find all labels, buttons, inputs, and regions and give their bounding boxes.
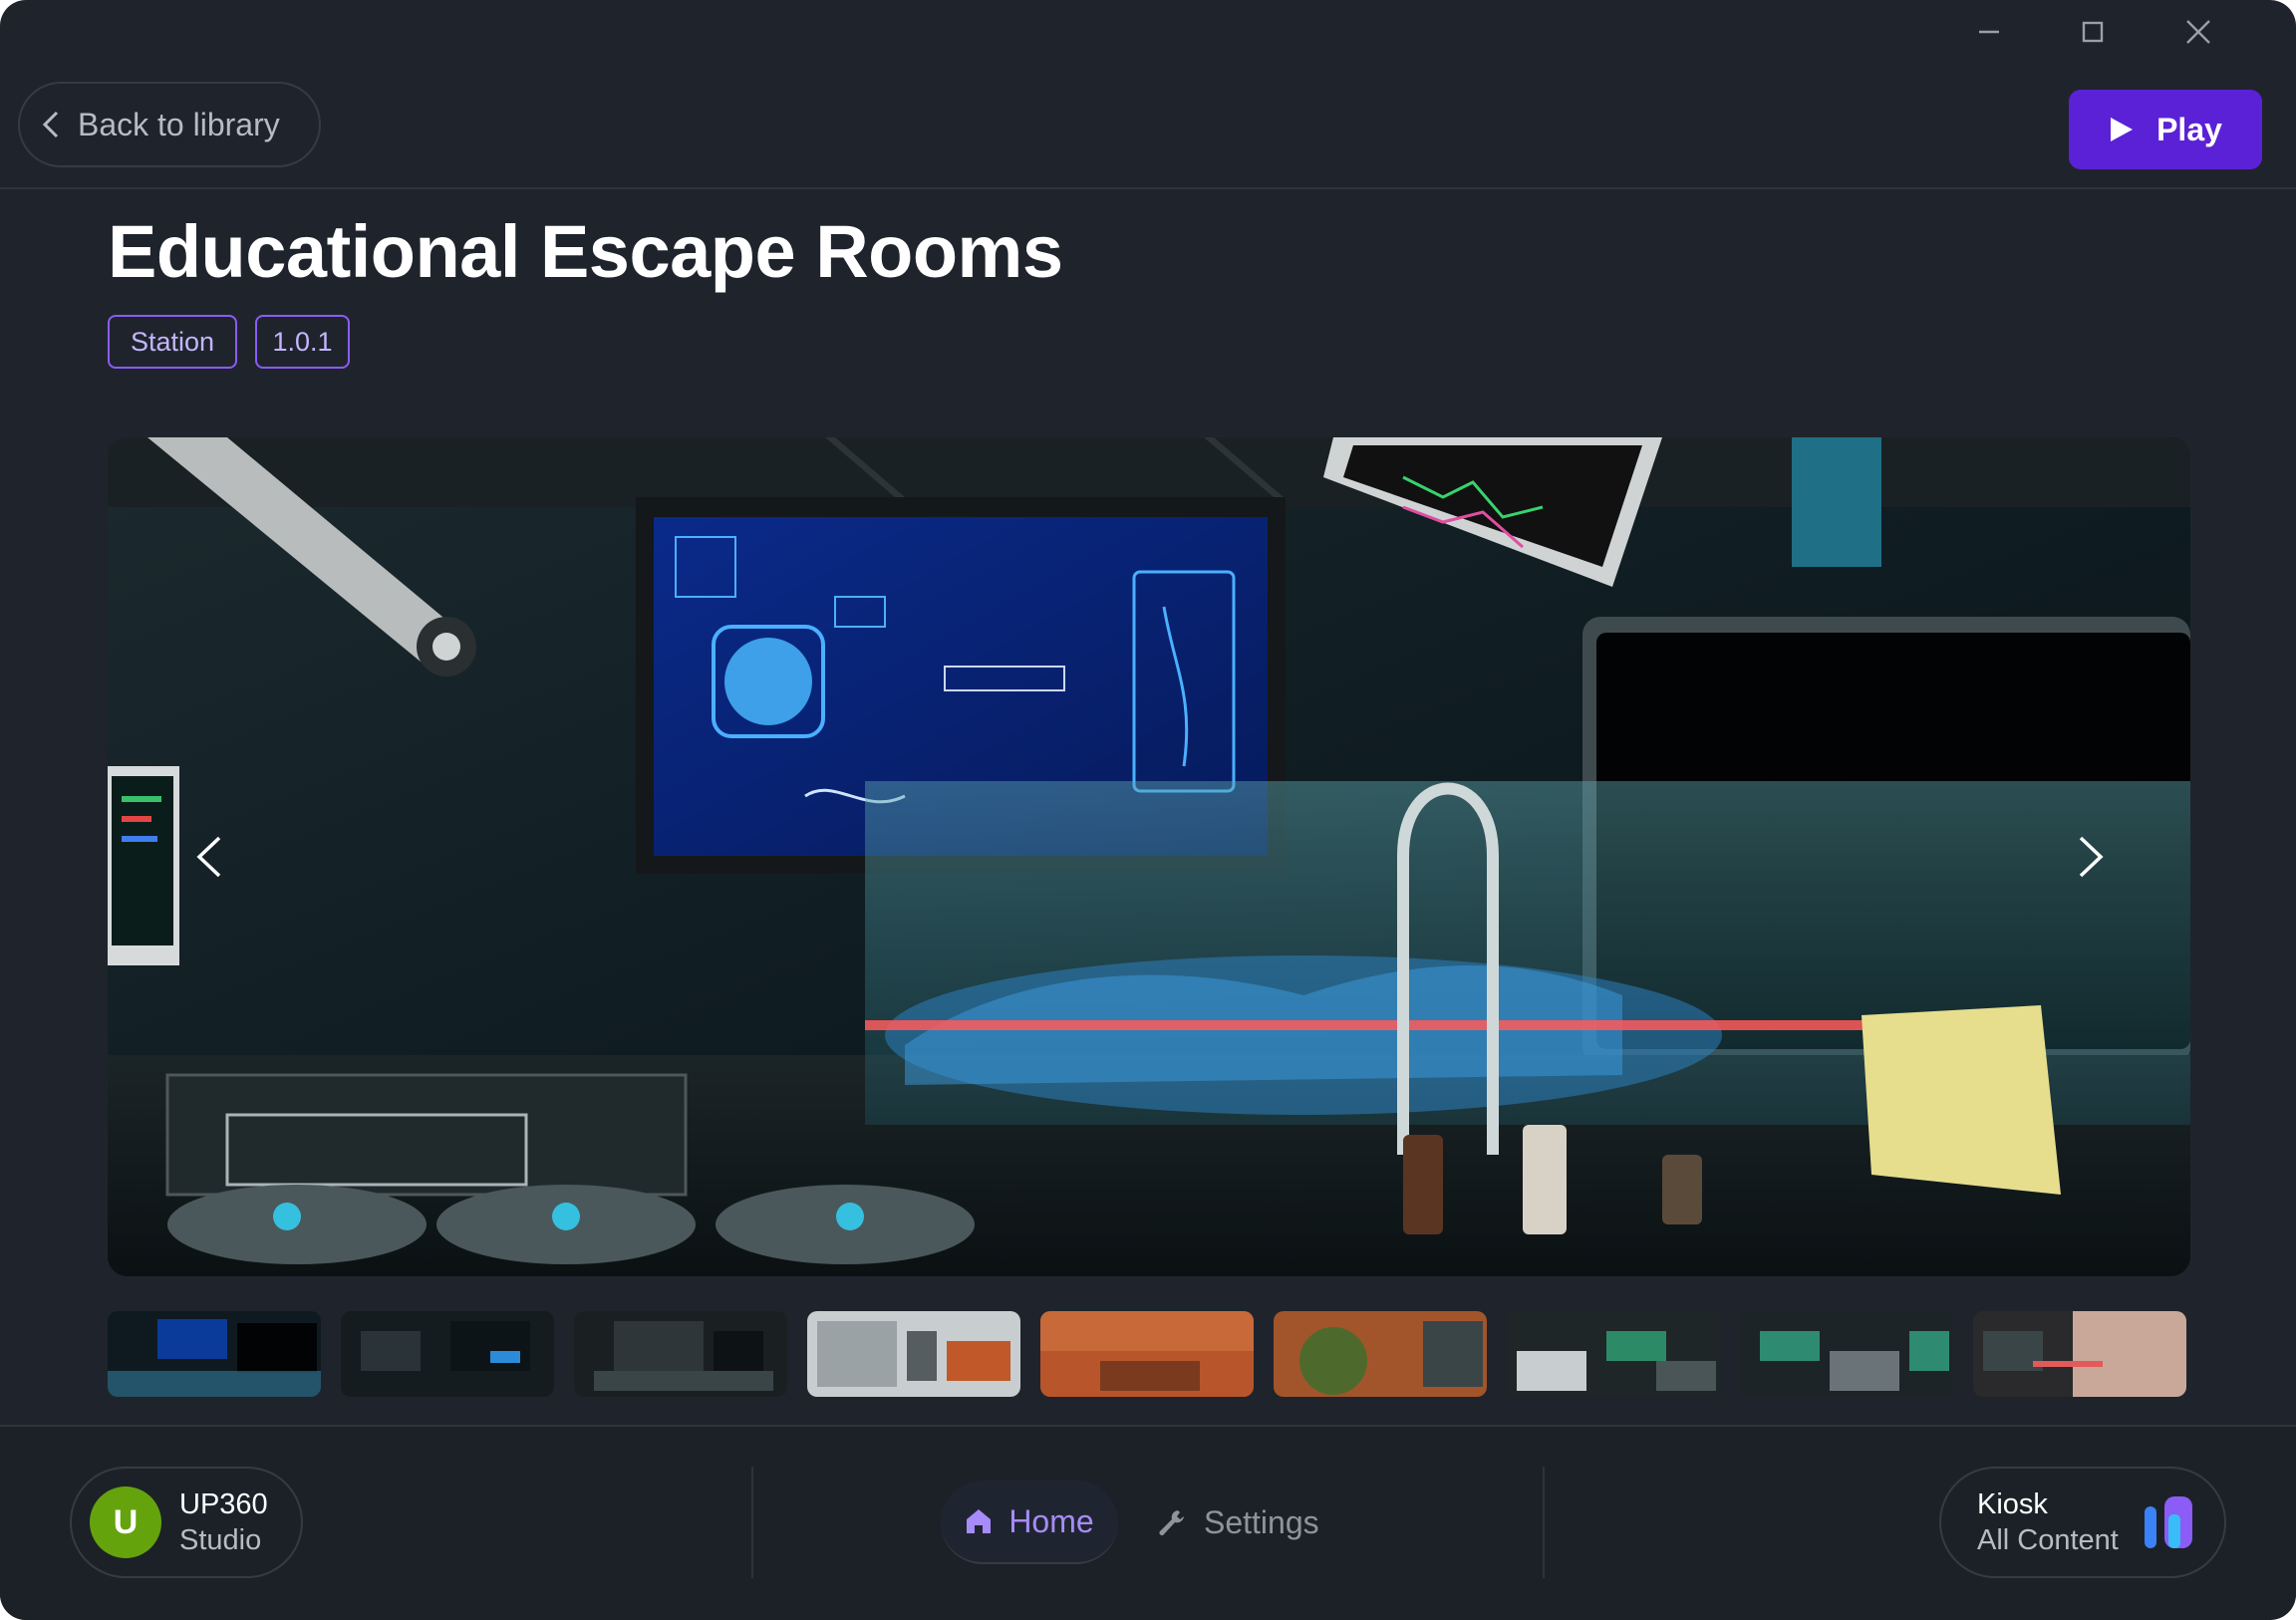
pod-row <box>167 1185 975 1264</box>
chevron-left-icon <box>196 836 221 878</box>
hero-scene <box>108 437 2190 1276</box>
play-icon <box>2111 118 2134 141</box>
previous-image-button[interactable] <box>169 817 249 897</box>
user-role: Studio <box>179 1524 262 1556</box>
thumbnail-1[interactable] <box>108 1311 321 1397</box>
close-icon <box>2186 20 2210 44</box>
nav-settings[interactable]: Settings <box>1156 1481 1319 1564</box>
back-label: Back to library <box>78 106 280 142</box>
nav-settings-label: Settings <box>1204 1503 1319 1540</box>
divider <box>751 1467 753 1578</box>
thumbnail-6[interactable] <box>1274 1311 1487 1397</box>
user-profile[interactable]: U UP360 Studio <box>70 1467 303 1578</box>
thumbnail-4[interactable] <box>807 1311 1020 1397</box>
maximize-button[interactable] <box>2063 12 2123 52</box>
version-badge: 1.0.1 <box>255 315 350 369</box>
kiosk-name: Kiosk <box>1977 1488 2048 1520</box>
kiosk-logo-icon <box>2145 1496 2192 1548</box>
top-bar: Back to library Play <box>0 60 2296 189</box>
nav-home-label: Home <box>1008 1502 1094 1539</box>
thumbnail-9[interactable] <box>1973 1311 2186 1397</box>
home-icon <box>967 1509 992 1533</box>
chevron-right-icon <box>2079 836 2104 878</box>
bottom-bar: U UP360 Studio Home Settings Kiosk All C… <box>0 1425 2296 1620</box>
page-title: Educational Escape Rooms <box>108 210 1063 293</box>
thumbnail-2[interactable] <box>341 1311 554 1397</box>
nav-home[interactable]: Home <box>941 1481 1118 1564</box>
play-button[interactable]: Play <box>2069 90 2262 169</box>
chevron-left-icon <box>42 111 59 138</box>
type-badge: Station <box>108 315 237 369</box>
user-name: UP360 <box>179 1488 268 1520</box>
minimize-icon <box>1979 30 1999 34</box>
wrench-icon <box>1159 1510 1184 1535</box>
maximize-icon <box>2082 21 2104 43</box>
thumbnail-8[interactable] <box>1740 1311 1953 1397</box>
kiosk-mode: All Content <box>1977 1524 2119 1556</box>
minimize-button[interactable] <box>1959 12 2019 52</box>
hero-image <box>108 437 2190 1276</box>
thumbnail-3[interactable] <box>574 1311 787 1397</box>
close-button[interactable] <box>2168 12 2228 52</box>
next-image-button[interactable] <box>2051 817 2131 897</box>
app-window: Back to library Play Educational Escape … <box>0 0 2296 1620</box>
thumbnail-strip <box>108 1311 2190 1397</box>
avatar: U <box>90 1486 161 1558</box>
thumbnail-5[interactable] <box>1040 1311 1254 1397</box>
back-to-library-button[interactable]: Back to library <box>18 82 321 167</box>
divider <box>1543 1467 1545 1578</box>
kiosk-selector[interactable]: Kiosk All Content <box>1939 1467 2226 1578</box>
thumbnail-7[interactable] <box>1507 1311 1720 1397</box>
play-label: Play <box>2156 111 2222 147</box>
